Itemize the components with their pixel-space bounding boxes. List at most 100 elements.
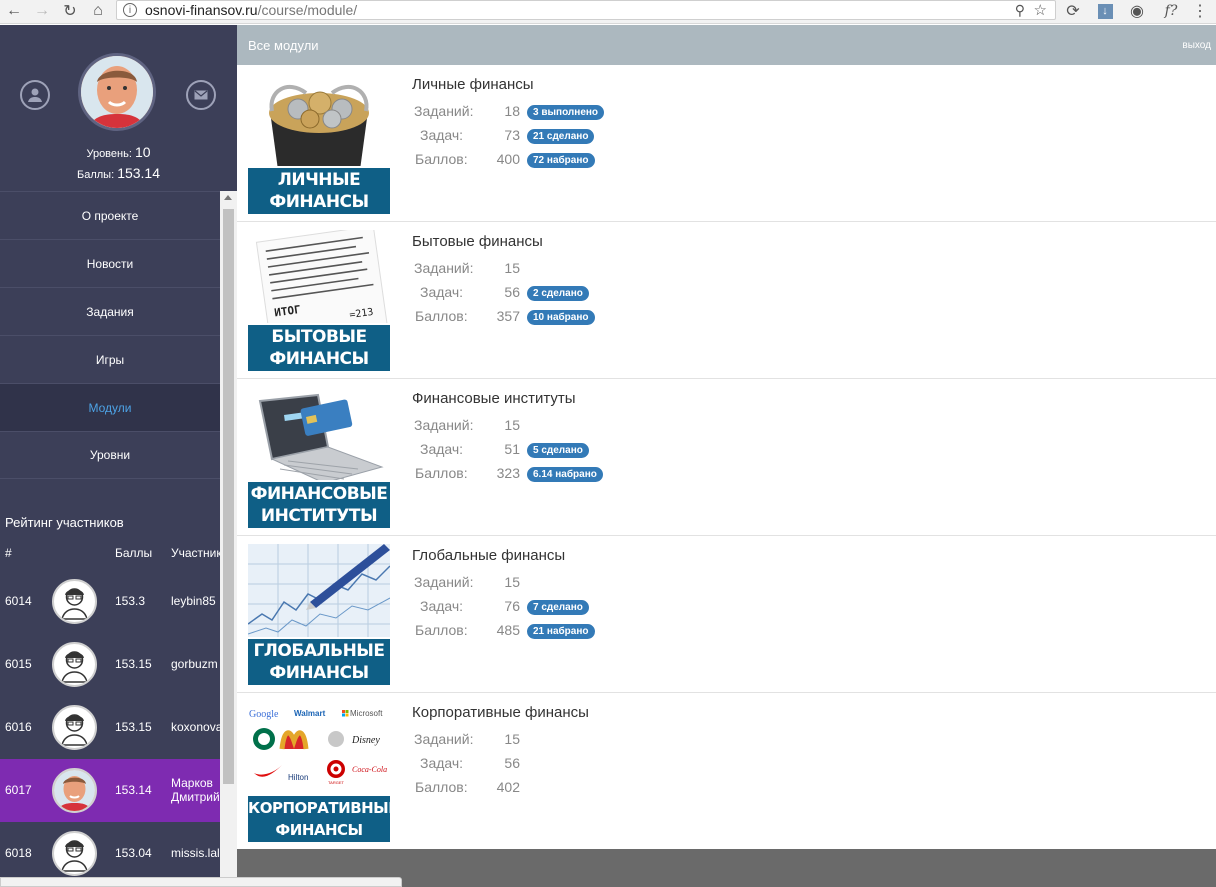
sync-icon[interactable]: ⟳ — [1062, 0, 1084, 22]
default-avatar-icon — [52, 642, 97, 687]
sidebar-item-tasks[interactable]: Задания — [0, 287, 220, 335]
stat-points: Баллов: 400 72 набрано — [412, 151, 712, 171]
module-thumbnail[interactable]: ФИНАНСОВЫЕ ИНСТИТУТЫ — [248, 387, 390, 528]
stat-problems: Задач: 56 2 сделано — [412, 284, 712, 304]
stat-tasks: Заданий: 15 — [412, 731, 712, 751]
progress-badge: 7 сделано — [527, 600, 589, 615]
module-title[interactable]: Глобальные финансы — [412, 547, 565, 564]
rating-header-rank: # — [5, 546, 12, 560]
sidebar: Уровень: 10 Баллы: 153.14 О проекте Ново… — [0, 25, 237, 887]
progress-badge: 10 набрано — [527, 310, 595, 325]
module-thumbnail[interactable]: ГЛОБАЛЬНЫЕ ФИНАНСЫ — [248, 544, 390, 685]
back-icon[interactable]: ← — [2, 0, 26, 22]
sidebar-scrollbar[interactable] — [220, 191, 237, 887]
module-card[interactable]: Google Walmart Microsoft Disney Hilton T… — [237, 693, 1216, 850]
user-icon[interactable] — [20, 80, 50, 110]
module-card[interactable]: ГЛОБАЛЬНЫЕ ФИНАНСЫ Глобальные финансы За… — [237, 536, 1216, 693]
stat-label: Задач: — [420, 127, 464, 143]
sidebar-item-games[interactable]: Игры — [0, 335, 220, 383]
page-title: Все модули — [248, 38, 319, 53]
rating-name[interactable]: missis.lal — [171, 846, 220, 860]
info-icon[interactable]: i — [123, 3, 137, 17]
rating-name[interactable]: Марков Дмитрий — [171, 776, 220, 804]
stat-label: Баллов: — [415, 779, 468, 795]
module-caption: БЫТОВЫЕ ФИНАНСЫ — [248, 323, 390, 371]
rating-name[interactable]: gorbuzm — [171, 657, 220, 671]
caption-line: КОРПОРАТИВНЫЕ — [248, 799, 390, 817]
caption-line: БЫТОВЫЕ — [271, 327, 367, 347]
rating-rank: 6018 — [5, 846, 32, 860]
sidebar-item-about[interactable]: О проекте — [0, 191, 220, 239]
module-caption: ЛИЧНЫЕ ФИНАНСЫ — [248, 166, 390, 214]
rating-header: # Баллы Участник — [0, 546, 220, 564]
module-title[interactable]: Бытовые финансы — [412, 233, 543, 250]
module-card[interactable]: ФИНАНСОВЫЕ ИНСТИТУТЫ Финансовые институт… — [237, 379, 1216, 536]
stat-points: Баллов: 357 10 набрано — [412, 308, 712, 328]
caption-line: ФИНАНСЫ — [269, 192, 369, 212]
sidebar-item-levels[interactable]: Уровни — [0, 431, 220, 479]
logout-link[interactable]: выход — [1182, 40, 1211, 51]
menu-dots-icon[interactable]: ⋮ — [1192, 0, 1208, 22]
module-caption: ГЛОБАЛЬНЫЕ ФИНАНСЫ — [248, 637, 390, 685]
target-logo: TARGET — [328, 780, 344, 785]
stat-label: Заданий: — [414, 731, 474, 747]
microsoft-logo: Microsoft — [350, 709, 383, 718]
module-card[interactable]: ИТОГ =213 БЫТОВЫЕ ФИНАНСЫ Бытовые финанс… — [237, 222, 1216, 379]
sidebar-item-news[interactable]: Новости — [0, 239, 220, 287]
mail-icon[interactable] — [186, 80, 216, 110]
address-bar[interactable]: i osnovi-finansov.ru/course/module/ ⚲ ☆ — [116, 0, 1056, 20]
default-avatar-icon — [52, 579, 97, 624]
camera-icon[interactable]: ◉ — [1126, 0, 1148, 22]
scroll-up-icon[interactable] — [224, 195, 232, 200]
reload-icon[interactable]: ↻ — [58, 0, 82, 22]
stat-value: 56 — [504, 755, 520, 771]
rating-points: 153.15 — [115, 657, 152, 671]
progress-badge: 5 сделано — [527, 443, 589, 458]
profile-avatar[interactable] — [78, 53, 156, 131]
zoom-icon[interactable]: ⚲ — [1015, 2, 1025, 19]
module-thumbnail[interactable]: ИТОГ =213 БЫТОВЫЕ ФИНАНСЫ — [248, 230, 390, 371]
module-title[interactable]: Финансовые институты — [412, 390, 576, 407]
browser-status-bar — [0, 877, 402, 887]
module-title[interactable]: Личные финансы — [412, 76, 534, 93]
forward-icon[interactable]: → — [30, 0, 54, 22]
user-avatar — [52, 768, 97, 813]
formula-extension-icon[interactable]: f? — [1158, 0, 1184, 22]
stat-value: 76 — [504, 598, 520, 614]
rating-row[interactable]: 6018 153.04 missis.lal — [0, 822, 220, 885]
rating-row[interactable]: 6014 153.3 leybin85 — [0, 570, 220, 633]
default-avatar-icon — [52, 705, 97, 750]
rating-header-points: Баллы — [115, 546, 153, 560]
laptop-card-image — [248, 387, 390, 484]
stat-problems: Задач: 51 5 сделано — [412, 441, 712, 461]
home-icon[interactable]: ⌂ — [86, 0, 110, 22]
module-card[interactable]: ЛИЧНЫЕ ФИНАНСЫ Личные финансы Заданий: 1… — [237, 65, 1216, 222]
rating-points: 153.15 — [115, 720, 152, 734]
chart-pen-image — [248, 544, 390, 641]
stat-label: Баллов: — [415, 465, 468, 481]
stat-tasks: Заданий: 15 — [412, 260, 712, 280]
rating-row[interactable]: 6016 153.15 koxonova — [0, 696, 220, 759]
module-title[interactable]: Корпоративные финансы — [412, 704, 589, 721]
hilton-logo: Hilton — [288, 773, 308, 782]
sidebar-menu: О проекте Новости Задания Игры Модули Ур… — [0, 191, 220, 479]
rating-name[interactable]: koxonova — [171, 720, 220, 734]
rating-row-current-user[interactable]: 6017 153.14 Марков Дмитрий — [0, 759, 220, 822]
rating-name[interactable]: leybin85 — [171, 594, 220, 608]
content-header: Все модули выход — [237, 25, 1216, 65]
stat-value: 18 — [504, 103, 520, 119]
level-value: 10 — [134, 144, 151, 160]
module-thumbnail[interactable]: ЛИЧНЫЕ ФИНАНСЫ — [248, 73, 390, 214]
module-thumbnail[interactable]: Google Walmart Microsoft Disney Hilton T… — [248, 701, 390, 842]
caption-line: ФИНАНСЫ — [275, 821, 363, 839]
stat-label: Заданий: — [414, 574, 474, 590]
level-label: Уровень: — [86, 148, 132, 160]
stat-value: 15 — [504, 574, 520, 590]
sidebar-item-modules[interactable]: Модули — [0, 383, 220, 431]
default-avatar-icon — [52, 831, 97, 876]
scrollbar-thumb[interactable] — [223, 209, 234, 784]
stat-tasks: Заданий: 15 — [412, 574, 712, 594]
bookmark-star-icon[interactable]: ☆ — [1034, 1, 1047, 19]
rating-row[interactable]: 6015 153.15 gorbuzm — [0, 633, 220, 696]
download-icon[interactable]: ↓ — [1094, 0, 1116, 22]
